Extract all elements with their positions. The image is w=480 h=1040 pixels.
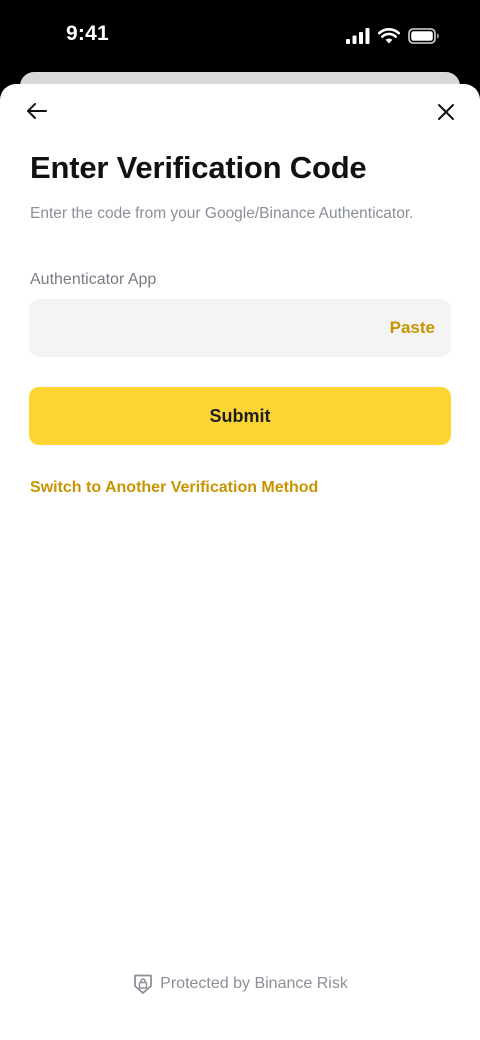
screen: 9:41 Enter Verification Code Enter the c… bbox=[0, 0, 480, 1040]
authenticator-field-label: Authenticator App bbox=[30, 271, 157, 288]
authenticator-code-input[interactable] bbox=[43, 299, 363, 357]
paste-button[interactable]: Paste bbox=[390, 299, 435, 357]
footer-text: Protected by Binance Risk bbox=[160, 975, 348, 992]
cellular-signal-icon bbox=[346, 28, 370, 44]
switch-verification-method-link[interactable]: Switch to Another Verification Method bbox=[30, 479, 318, 497]
page-subtitle: Enter the code from your Google/Binance … bbox=[30, 205, 414, 222]
footer: Protected by Binance Risk bbox=[0, 972, 480, 996]
status-time: 9:41 bbox=[66, 22, 109, 45]
battery-icon bbox=[408, 28, 439, 44]
submit-button[interactable]: Submit bbox=[29, 387, 451, 445]
status-icons bbox=[346, 26, 440, 46]
page-title: Enter Verification Code bbox=[30, 150, 367, 185]
verification-sheet: Enter Verification Code Enter the code f… bbox=[0, 84, 480, 1040]
arrow-left-icon[interactable] bbox=[24, 100, 50, 122]
authenticator-code-field: Paste bbox=[29, 299, 451, 357]
wifi-icon bbox=[378, 28, 400, 44]
status-bar: 9:41 bbox=[0, 0, 480, 72]
close-icon[interactable] bbox=[434, 100, 458, 124]
shield-lock-icon bbox=[134, 974, 153, 994]
